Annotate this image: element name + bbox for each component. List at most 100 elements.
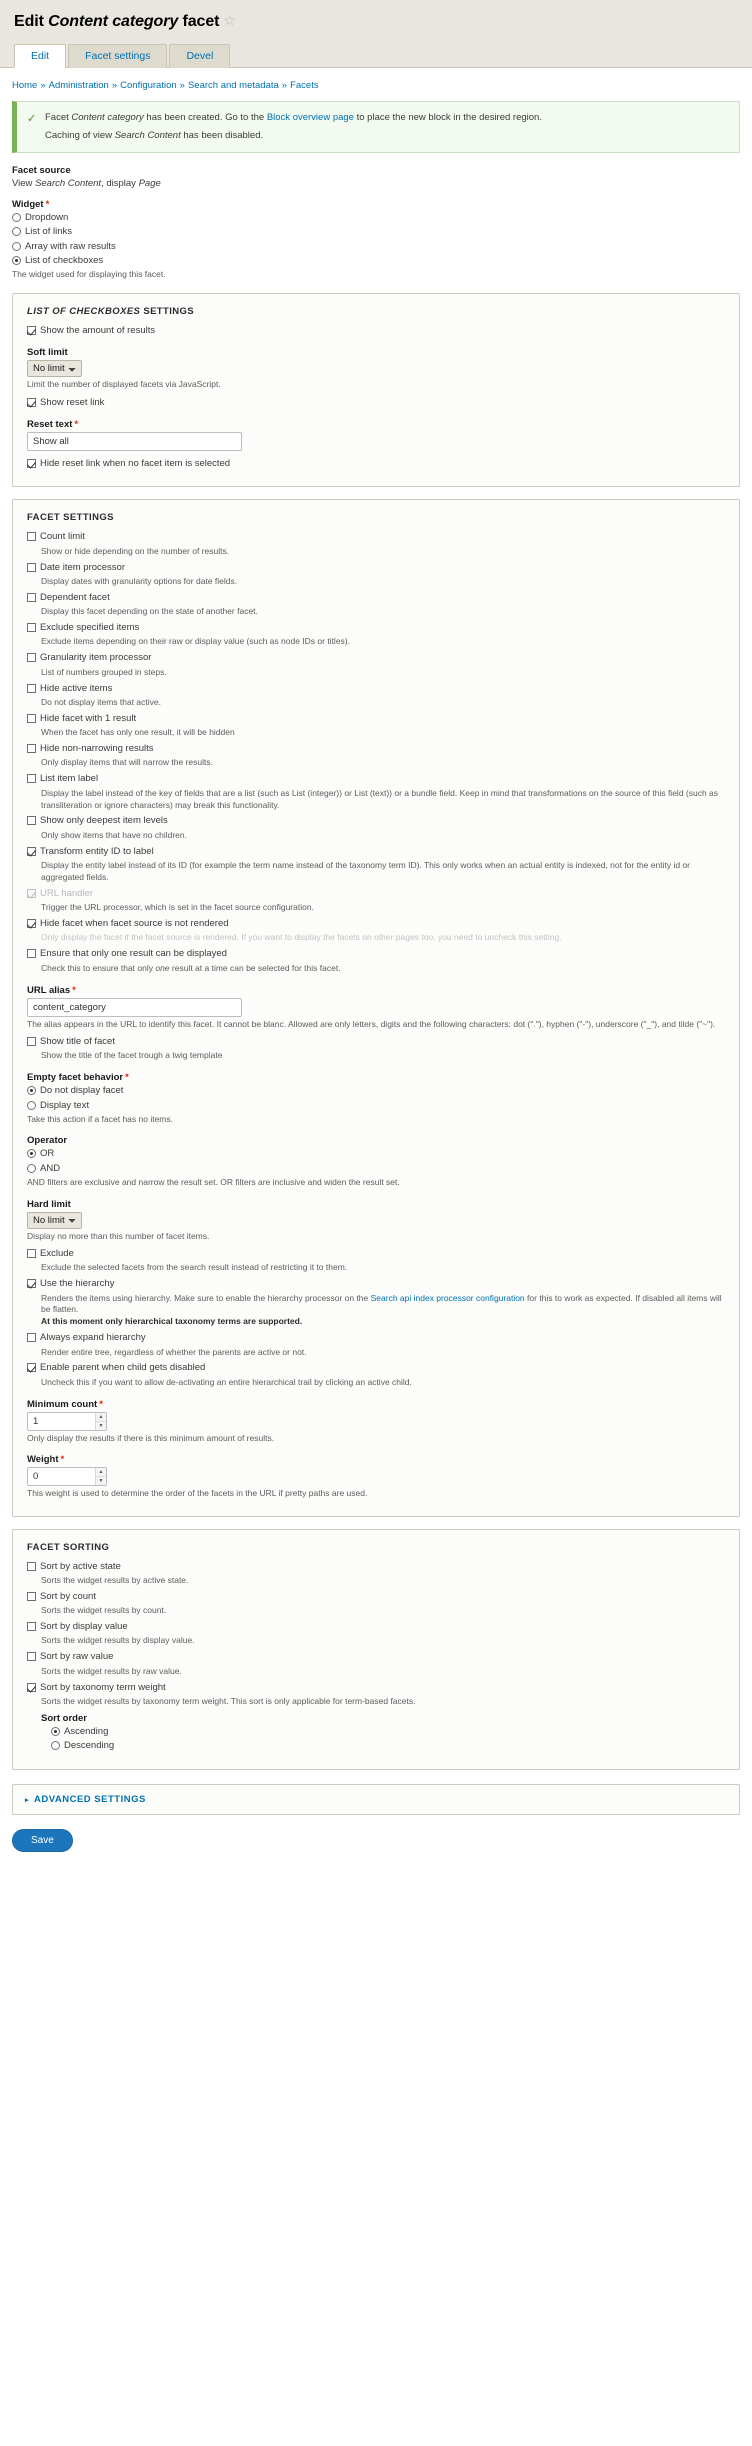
show-title-of-facet-label[interactable]: Show title of facet bbox=[40, 1036, 115, 1048]
widget-option-label[interactable]: Array with raw results bbox=[25, 241, 116, 253]
sort-option-label[interactable]: Sort by display value bbox=[40, 1621, 128, 1633]
processor-dependent-facet-checkbox[interactable]: Dependent facet bbox=[27, 592, 725, 604]
hide-facet-not-rendered-label[interactable]: Hide facet when facet source is not rend… bbox=[40, 918, 229, 930]
sort-order-option-descending[interactable]: Descending bbox=[51, 1740, 725, 1752]
processor-label[interactable]: List item label bbox=[40, 773, 98, 785]
widget-option-label[interactable]: List of links bbox=[25, 226, 72, 238]
processor-label[interactable]: Count limit bbox=[40, 531, 85, 543]
empty-behavior-option-do-not-display[interactable]: Do not display facet bbox=[27, 1085, 725, 1097]
processor-label[interactable]: Show only deepest item levels bbox=[40, 815, 168, 827]
radio-icon[interactable] bbox=[51, 1741, 60, 1751]
checkbox-icon[interactable] bbox=[27, 532, 36, 542]
search-api-index-processor-link[interactable]: Search api index processor configuration bbox=[371, 1293, 525, 1303]
checkbox-icon[interactable] bbox=[27, 397, 36, 407]
breadcrumb-item-home[interactable]: Home bbox=[12, 80, 37, 91]
transform-entity-id-label[interactable]: Transform entity ID to label bbox=[40, 846, 154, 858]
hide-reset-link-checkbox[interactable]: Hide reset link when no facet item is se… bbox=[27, 458, 725, 470]
processor-label[interactable]: Date item processor bbox=[40, 562, 125, 574]
widget-option-list-of-links[interactable]: List of links bbox=[12, 226, 740, 238]
minimum-count-field[interactable]: ▲▼ bbox=[27, 1411, 107, 1431]
checkbox-icon[interactable] bbox=[27, 592, 36, 602]
breadcrumb-item-search-and-metadata[interactable]: Search and metadata bbox=[188, 80, 279, 91]
operator-option-label[interactable]: AND bbox=[40, 1163, 60, 1175]
transform-entity-id-checkbox[interactable]: Transform entity ID to label bbox=[27, 846, 725, 858]
radio-icon[interactable] bbox=[51, 1726, 60, 1736]
minimum-count-stepper[interactable]: ▲ ▼ bbox=[95, 1412, 106, 1430]
breadcrumb-item-administration[interactable]: Administration bbox=[49, 80, 109, 91]
operator-option-or[interactable]: OR bbox=[27, 1148, 725, 1160]
radio-icon[interactable] bbox=[27, 1086, 36, 1096]
operator-option-label[interactable]: OR bbox=[40, 1148, 54, 1160]
widget-option-dropdown[interactable]: Dropdown bbox=[12, 212, 740, 224]
always-expand-hierarchy-checkbox[interactable]: Always expand hierarchy bbox=[27, 1332, 725, 1344]
advanced-settings-summary[interactable]: ▸ ADVANCED SETTINGS bbox=[25, 1794, 727, 1805]
checkbox-icon[interactable] bbox=[27, 846, 36, 856]
always-expand-hierarchy-label[interactable]: Always expand hierarchy bbox=[40, 1332, 146, 1344]
processor-show-deepest-levels-checkbox[interactable]: Show only deepest item levels bbox=[27, 815, 725, 827]
block-overview-link[interactable]: Block overview page bbox=[267, 112, 354, 123]
sort-order-option-label[interactable]: Descending bbox=[64, 1740, 114, 1752]
show-title-of-facet-checkbox[interactable]: Show title of facet bbox=[27, 1036, 725, 1048]
checkbox-icon[interactable] bbox=[27, 653, 36, 663]
radio-icon[interactable] bbox=[12, 256, 21, 266]
tab-edit[interactable]: Edit bbox=[14, 44, 67, 68]
show-amount-of-results-label[interactable]: Show the amount of results bbox=[40, 325, 155, 337]
checkbox-icon[interactable] bbox=[27, 816, 36, 826]
stepper-down-icon[interactable]: ▼ bbox=[96, 1477, 106, 1485]
hard-limit-select[interactable]: No limit bbox=[27, 1211, 82, 1229]
save-button[interactable]: Save bbox=[12, 1828, 73, 1852]
processor-exclude-specified-items-checkbox[interactable]: Exclude specified items bbox=[27, 622, 725, 634]
chevron-right-icon[interactable]: ▸ bbox=[25, 1796, 29, 1804]
url-alias-input[interactable] bbox=[27, 997, 242, 1017]
sort-by-display-value-checkbox[interactable]: Sort by display value bbox=[27, 1621, 725, 1633]
processor-label[interactable]: Hide active items bbox=[40, 683, 112, 695]
ensure-one-result-label[interactable]: Ensure that only one result can be displ… bbox=[40, 948, 227, 960]
widget-option-label[interactable]: Dropdown bbox=[25, 212, 68, 224]
sort-by-count-checkbox[interactable]: Sort by count bbox=[27, 1591, 725, 1603]
weight-stepper[interactable]: ▲ ▼ bbox=[95, 1468, 106, 1486]
breadcrumb-item-configuration[interactable]: Configuration bbox=[120, 80, 177, 91]
stepper-up-icon[interactable]: ▲ bbox=[96, 1413, 106, 1422]
reset-text-input[interactable] bbox=[27, 432, 242, 452]
processor-list-item-label-checkbox[interactable]: List item label bbox=[27, 773, 725, 785]
radio-icon[interactable] bbox=[27, 1100, 36, 1110]
breadcrumb-item-facets[interactable]: Facets bbox=[290, 80, 319, 91]
checkbox-icon[interactable] bbox=[27, 1279, 36, 1289]
processor-label[interactable]: Exclude specified items bbox=[40, 622, 139, 634]
sort-option-label[interactable]: Sort by taxonomy term weight bbox=[40, 1682, 166, 1694]
checkbox-icon[interactable] bbox=[27, 1036, 36, 1046]
radio-icon[interactable] bbox=[27, 1163, 36, 1173]
radio-icon[interactable] bbox=[12, 227, 21, 237]
radio-icon[interactable] bbox=[12, 213, 21, 223]
widget-option-array-with-raw-results[interactable]: Array with raw results bbox=[12, 241, 740, 253]
stepper-up-icon[interactable]: ▲ bbox=[96, 1468, 106, 1478]
exclude-checkbox[interactable]: Exclude bbox=[27, 1248, 725, 1260]
processor-count-limit-checkbox[interactable]: Count limit bbox=[27, 531, 725, 543]
sort-by-raw-value-checkbox[interactable]: Sort by raw value bbox=[27, 1651, 725, 1663]
use-hierarchy-label[interactable]: Use the hierarchy bbox=[40, 1278, 114, 1290]
empty-behavior-option-label[interactable]: Do not display facet bbox=[40, 1085, 123, 1097]
processor-date-item-checkbox[interactable]: Date item processor bbox=[27, 562, 725, 574]
advanced-settings-details[interactable]: ▸ ADVANCED SETTINGS bbox=[12, 1783, 740, 1815]
enable-parent-checkbox[interactable]: Enable parent when child gets disabled bbox=[27, 1362, 725, 1374]
processor-label[interactable]: Granularity item processor bbox=[40, 652, 151, 664]
hide-reset-link-label[interactable]: Hide reset link when no facet item is se… bbox=[40, 458, 230, 470]
checkbox-icon[interactable] bbox=[27, 713, 36, 723]
operator-option-and[interactable]: AND bbox=[27, 1163, 725, 1175]
sort-option-label[interactable]: Sort by active state bbox=[40, 1561, 121, 1573]
sort-by-taxonomy-term-weight-checkbox[interactable]: Sort by taxonomy term weight bbox=[27, 1682, 725, 1694]
checkbox-icon[interactable] bbox=[27, 459, 36, 469]
stepper-down-icon[interactable]: ▼ bbox=[96, 1422, 106, 1430]
processor-label[interactable]: Hide non-narrowing results bbox=[40, 743, 154, 755]
checkbox-icon[interactable] bbox=[27, 774, 36, 784]
processor-label[interactable]: Hide facet with 1 result bbox=[40, 713, 136, 725]
radio-icon[interactable] bbox=[12, 241, 21, 251]
show-reset-link-label[interactable]: Show reset link bbox=[40, 397, 104, 409]
widget-option-label[interactable]: List of checkboxes bbox=[25, 255, 103, 267]
checkbox-icon[interactable] bbox=[27, 562, 36, 572]
star-icon[interactable]: ☆ bbox=[223, 12, 236, 29]
enable-parent-label[interactable]: Enable parent when child gets disabled bbox=[40, 1362, 205, 1374]
processor-hide-facet-one-result-checkbox[interactable]: Hide facet with 1 result bbox=[27, 713, 725, 725]
checkbox-icon[interactable] bbox=[27, 1652, 36, 1662]
hide-facet-not-rendered-checkbox[interactable]: Hide facet when facet source is not rend… bbox=[27, 918, 725, 930]
